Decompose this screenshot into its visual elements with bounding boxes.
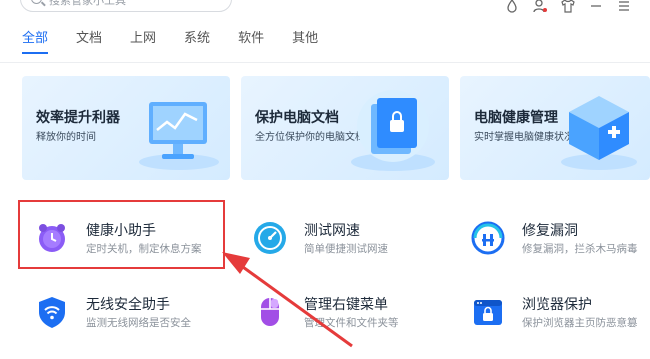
- tab-all[interactable]: 全部: [22, 30, 49, 54]
- tool-title: 浏览器保护: [522, 297, 592, 313]
- tool-title: 修复漏洞: [522, 223, 578, 239]
- tool-desc: 保护浏览器主页防恶意篡: [522, 317, 638, 329]
- shield-repair-icon: [471, 221, 505, 255]
- browser-lock-icon: [474, 300, 502, 325]
- tool-desc: 修复漏洞，拦杀木马病毒: [522, 243, 638, 255]
- user-icon[interactable]: [532, 0, 548, 14]
- banner-health-management[interactable]: 电脑健康管理 实时掌握电脑健康状况: [460, 76, 650, 180]
- tool-browser-protection[interactable]: 浏览器保护 保护浏览器主页防恶意篡: [470, 292, 650, 342]
- tab-internet[interactable]: 上网: [130, 30, 156, 54]
- tool-title: 无线安全助手: [86, 297, 170, 313]
- mouse-icon: [261, 298, 279, 326]
- window-toolbar: [504, 0, 632, 14]
- tool-title: 测试网速: [304, 223, 360, 239]
- search-icon: [31, 0, 42, 4]
- toolbox-page: 搜索管家小工具 全部 文档 上网 系统 软件 其他 效率提升利器 释放你的时间 …: [0, 0, 650, 359]
- speedometer-icon: [254, 222, 286, 254]
- tool-desc: 简单便捷测试网速: [304, 243, 388, 255]
- highlight-box: [18, 200, 225, 269]
- tab-other[interactable]: 其他: [292, 30, 318, 54]
- tool-desc: 管理文件和文件夹等: [304, 317, 399, 329]
- tool-wifi-security[interactable]: 无线安全助手 监测无线网络是否安全: [34, 292, 224, 342]
- banner-title: 保护电脑文档: [255, 110, 339, 126]
- tab-documents[interactable]: 文档: [76, 30, 102, 54]
- minimize-icon[interactable]: [588, 0, 604, 14]
- tool-title: 管理右键菜单: [304, 297, 388, 313]
- shirt-icon[interactable]: [560, 0, 576, 14]
- document-lock-illustration: [351, 90, 435, 171]
- search-box[interactable]: 搜索管家小工具: [20, 0, 232, 12]
- tool-fix-vulnerabilities[interactable]: 修复漏洞 修复漏洞，拦杀木马病毒: [470, 218, 650, 268]
- banner-subtitle: 释放你的时间: [36, 132, 96, 143]
- tool-speed-test[interactable]: 测试网速 简单便捷测试网速: [252, 218, 442, 268]
- tab-divider: [0, 62, 650, 63]
- health-cube-illustration: [561, 96, 637, 170]
- tool-desc: 监测无线网络是否安全: [86, 317, 191, 329]
- monitor-illustration: [139, 102, 219, 170]
- banner-title: 效率提升利器: [36, 110, 120, 126]
- menu-icon[interactable]: [616, 0, 632, 14]
- skin-icon[interactable]: [504, 0, 520, 14]
- tab-software[interactable]: 软件: [238, 30, 264, 54]
- tool-context-menu[interactable]: 管理右键菜单 管理文件和文件夹等: [252, 292, 442, 342]
- tab-system[interactable]: 系统: [184, 30, 210, 54]
- category-tabs: 全部 文档 上网 系统 软件 其他: [22, 30, 346, 54]
- wifi-shield-icon: [39, 297, 65, 328]
- search-input[interactable]: 搜索管家小工具: [49, 0, 126, 8]
- banner-protect-documents[interactable]: 保护电脑文档 全方位保护你的电脑文档: [241, 76, 449, 180]
- banner-efficiency[interactable]: 效率提升利器 释放你的时间: [22, 76, 230, 180]
